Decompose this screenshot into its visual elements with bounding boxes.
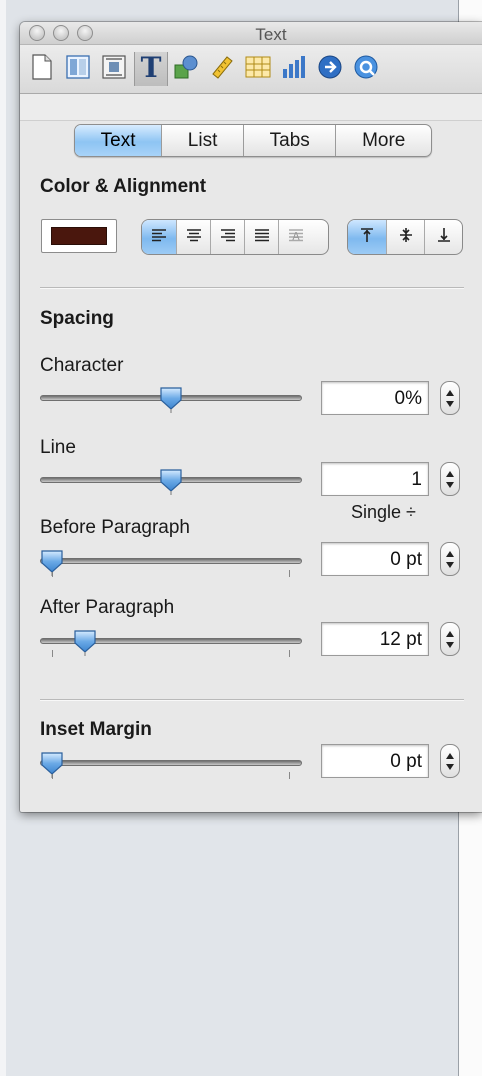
align-natural-icon: A — [288, 228, 304, 247]
tab-list[interactable]: List — [161, 125, 243, 156]
align-justify-button[interactable] — [244, 220, 278, 254]
layout-icon — [66, 54, 90, 84]
align-top-icon — [360, 227, 374, 248]
slider-tick — [289, 772, 290, 779]
wrap-inspector-button[interactable] — [98, 52, 130, 86]
stepper-up-icon — [446, 630, 454, 637]
text-icon: T — [137, 51, 165, 87]
slider-thumb[interactable] — [40, 751, 64, 779]
graphic-icon — [173, 54, 199, 85]
title-bar[interactable]: Text — [20, 22, 482, 45]
line-spacing-slider[interactable] — [40, 467, 302, 497]
stepper-up-icon — [446, 550, 454, 557]
align-bottom-button[interactable] — [424, 220, 462, 254]
document-icon — [31, 53, 53, 85]
text-color-swatch — [51, 227, 107, 245]
character-spacing-slider[interactable] — [40, 385, 302, 415]
stepper-down-icon — [446, 641, 454, 648]
wrap-icon — [102, 54, 126, 84]
tab-more[interactable]: More — [335, 125, 431, 156]
svg-text:A: A — [292, 230, 300, 242]
align-top-button[interactable] — [348, 220, 386, 254]
hyperlink-inspector-button[interactable] — [314, 52, 346, 86]
stepper-down-icon — [446, 763, 454, 770]
table-icon — [245, 56, 271, 83]
vertical-alignment-control — [347, 219, 463, 255]
align-right-button[interactable] — [210, 220, 244, 254]
character-spacing-field[interactable]: 0% — [321, 381, 429, 415]
desktop-background — [6, 820, 458, 1076]
slider-tick — [289, 650, 290, 657]
after-paragraph-stepper[interactable] — [440, 622, 460, 656]
line-spacing-field[interactable]: 1 — [321, 462, 429, 496]
graphic-inspector-button[interactable] — [170, 52, 202, 86]
slider-track — [40, 760, 302, 766]
stepper-down-icon — [446, 400, 454, 407]
section-divider — [40, 699, 464, 701]
before-paragraph-field[interactable]: 0 pt — [321, 542, 429, 576]
section-divider — [40, 287, 464, 289]
spacing-heading: Spacing — [40, 308, 114, 329]
stepper-down-icon — [446, 481, 454, 488]
slider-tick — [289, 570, 290, 577]
slider-track — [40, 558, 302, 564]
inspector-toolbar: T — [20, 45, 482, 94]
align-middle-icon — [399, 227, 413, 248]
after-paragraph-slider[interactable] — [40, 628, 302, 658]
slider-thumb[interactable] — [159, 386, 183, 414]
slider-tick — [52, 650, 53, 657]
chart-icon — [281, 55, 307, 84]
quicktime-icon — [353, 54, 379, 85]
quicktime-inspector-button[interactable] — [350, 52, 382, 86]
document-inspector-button[interactable] — [26, 52, 58, 86]
ruler-icon — [209, 54, 235, 85]
before-paragraph-slider[interactable] — [40, 548, 302, 578]
inset-margin-slider[interactable] — [40, 750, 302, 780]
align-justify-icon — [254, 228, 270, 247]
line-spacing-stepper[interactable] — [440, 462, 460, 496]
table-inspector-button[interactable] — [242, 52, 274, 86]
chart-inspector-button[interactable] — [278, 52, 310, 86]
text-color-well[interactable] — [41, 219, 117, 253]
stepper-down-icon — [446, 561, 454, 568]
character-label: Character — [40, 355, 124, 376]
layout-inspector-button[interactable] — [62, 52, 94, 86]
text-inspector-button[interactable]: T — [134, 51, 168, 87]
align-middle-button[interactable] — [386, 220, 424, 254]
align-center-button[interactable] — [176, 220, 210, 254]
slider-thumb[interactable] — [159, 468, 183, 496]
link-icon — [317, 54, 343, 85]
tab-tabs[interactable]: Tabs — [243, 125, 335, 156]
align-left-button[interactable] — [142, 220, 176, 254]
text-inspector-window: Text T Text List Tabs More Color & Align… — [20, 22, 482, 812]
line-spacing-mode-popup[interactable]: Single ÷ — [351, 502, 416, 523]
toolbar-spacer — [20, 94, 482, 121]
inset-margin-stepper[interactable] — [440, 744, 460, 778]
character-spacing-stepper[interactable] — [440, 381, 460, 415]
stepper-up-icon — [446, 389, 454, 396]
tab-text[interactable]: Text — [75, 125, 162, 156]
after-paragraph-label: After Paragraph — [40, 597, 175, 618]
stepper-up-icon — [446, 752, 454, 759]
text-tab-bar: Text List Tabs More — [74, 124, 432, 157]
align-right-icon — [220, 228, 236, 247]
inset-margin-field[interactable]: 0 pt — [321, 744, 429, 778]
metrics-inspector-button[interactable] — [206, 52, 238, 86]
align-natural-button[interactable]: A — [278, 220, 312, 254]
slider-thumb[interactable] — [40, 549, 64, 577]
inset-margin-heading: Inset Margin — [40, 719, 152, 740]
before-paragraph-stepper[interactable] — [440, 542, 460, 576]
window-title: Text — [255, 25, 287, 44]
align-center-icon — [186, 228, 202, 247]
align-left-icon — [151, 228, 167, 247]
color-alignment-heading: Color & Alignment — [40, 176, 207, 197]
align-bottom-icon — [437, 227, 451, 248]
stepper-up-icon — [446, 470, 454, 477]
svg-text:T: T — [141, 52, 162, 82]
horizontal-alignment-control: A — [141, 219, 329, 255]
before-paragraph-label: Before Paragraph — [40, 517, 190, 538]
after-paragraph-field[interactable]: 12 pt — [321, 622, 429, 656]
line-label: Line — [40, 437, 76, 458]
slider-thumb[interactable] — [73, 629, 97, 657]
